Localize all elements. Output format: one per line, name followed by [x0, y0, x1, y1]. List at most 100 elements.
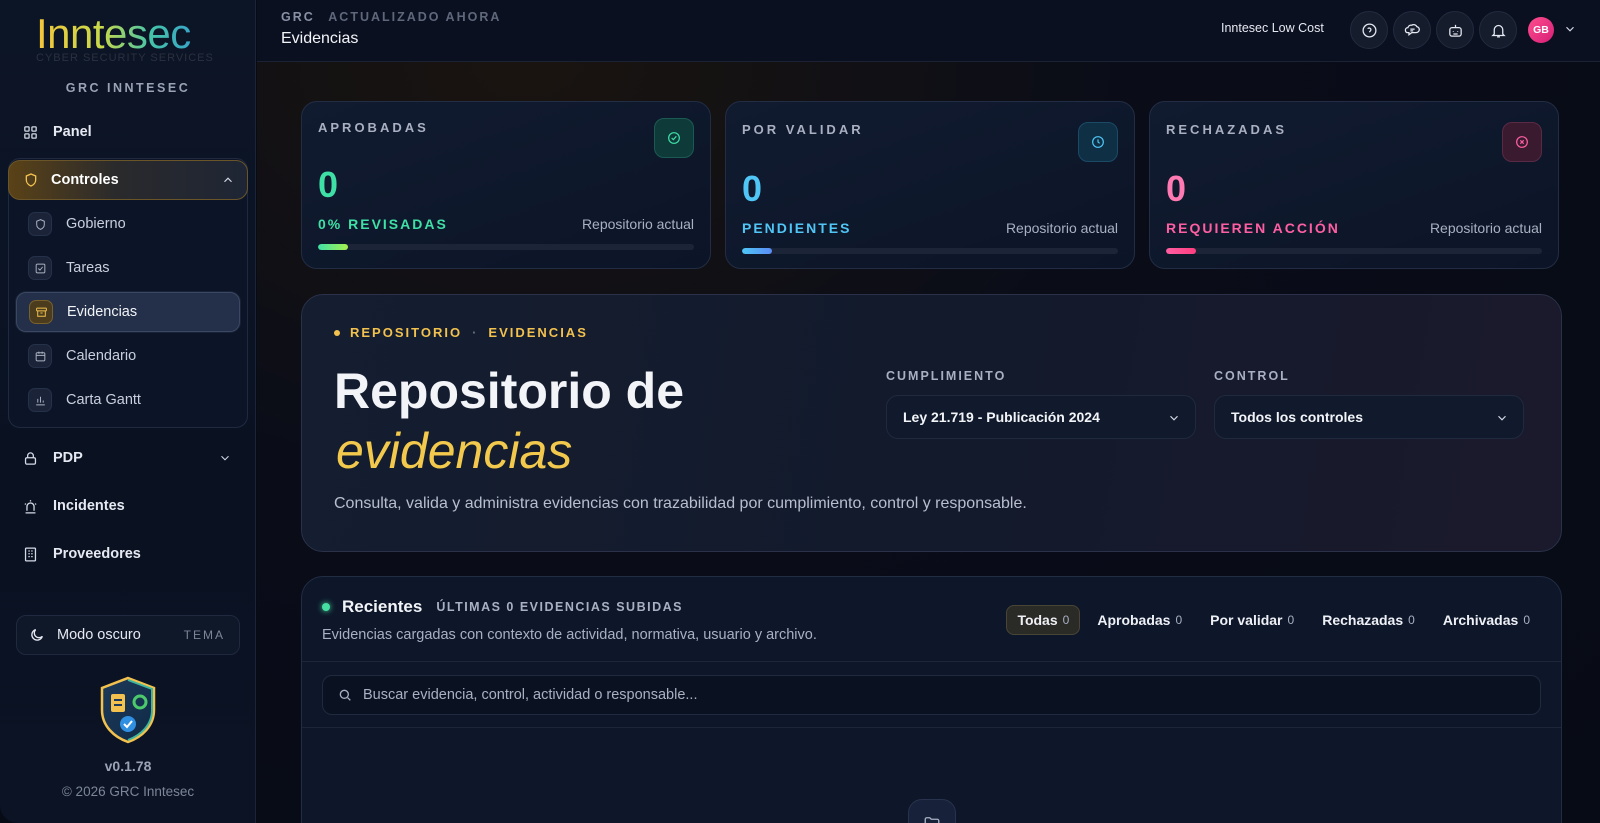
sidebar: Inntesec CYBER SECURITY SERVICES GRC INN…: [0, 0, 256, 823]
help-button[interactable]: [1350, 11, 1388, 49]
sidebar-item-tareas[interactable]: Tareas: [16, 248, 240, 288]
status-dot: [322, 603, 330, 611]
stat-card-por-validar: POR VALIDAR 0 PENDIENTES Repositorio act…: [725, 101, 1135, 269]
tab-label: Por validar: [1210, 612, 1283, 628]
sidebar-item-panel[interactable]: Panel: [14, 112, 244, 152]
progress-bar: [318, 244, 694, 250]
copyright: © 2026 GRC Inntesec: [61, 784, 195, 799]
chevron-down-icon: [1498, 415, 1506, 421]
progress-fill: [1166, 248, 1197, 254]
progress-bar: [742, 248, 1118, 254]
tab-archivadas[interactable]: Archivadas 0: [1432, 605, 1541, 635]
help-icon: [1361, 22, 1377, 38]
calendar-icon: [28, 344, 52, 368]
checkbox-icon: [28, 256, 52, 280]
sidebar-item-evidencias[interactable]: Evidencias: [16, 292, 240, 332]
stat-repo: Repositorio actual: [581, 216, 694, 232]
hero-tag-1: REPOSITORIO: [350, 325, 463, 340]
control-select[interactable]: Todos los controles: [1214, 395, 1524, 439]
bell-icon: [1490, 24, 1506, 38]
tab-todas[interactable]: Todas 0: [1006, 605, 1081, 635]
chevron-up-icon: [224, 177, 232, 183]
search-input[interactable]: [363, 687, 1263, 703]
theme-toggle[interactable]: Modo oscuro TEMA: [16, 615, 240, 655]
tab-aprobadas[interactable]: Aprobadas 0: [1086, 605, 1193, 635]
bot-button[interactable]: [1436, 11, 1474, 49]
sidebar-item-incidentes[interactable]: Incidentes: [14, 486, 244, 526]
clock-icon: [1078, 122, 1118, 162]
tag-dot: [334, 329, 340, 336]
tab-count: 0: [1408, 613, 1415, 627]
cumplimiento-select[interactable]: Ley 21.719 - Publicación 2024: [886, 395, 1196, 439]
breadcrumb-app: GRC: [281, 10, 315, 24]
search-icon: [339, 689, 351, 701]
stat-value: 0: [318, 164, 339, 205]
page-title: Evidencias: [281, 30, 359, 47]
recent-title: Recientes: [342, 597, 423, 616]
building-icon: [24, 546, 37, 562]
siren-icon: [24, 499, 37, 514]
stat-sub: REQUIEREN ACCIÓN: [1166, 220, 1340, 236]
stat-repo: Repositorio actual: [1005, 220, 1118, 236]
sidebar-item-proveedores[interactable]: Proveedores: [14, 534, 244, 574]
search-box[interactable]: [322, 675, 1541, 715]
sidebar-item-label: Calendario: [66, 348, 137, 364]
progress-fill: [318, 244, 349, 250]
stat-value: 0: [742, 168, 763, 209]
shield-icon: [25, 173, 37, 187]
theme-label: Modo oscuro: [57, 627, 141, 643]
tab-count: 0: [1062, 613, 1070, 627]
chevron-down-icon: [1170, 415, 1178, 421]
sidebar-item-calendario[interactable]: Calendario: [16, 336, 240, 376]
recent-subtitle: ÚLTIMAS 0 EVIDENCIAS SUBIDAS: [436, 600, 683, 614]
lock-icon: [24, 451, 37, 465]
ai-chat-button[interactable]: [1393, 11, 1431, 49]
sidebar-group-controles[interactable]: Controles: [8, 160, 248, 200]
sidebar-item-label: Tareas: [66, 260, 110, 276]
repository-hero: REPOSITORIO · EVIDENCIAS Repositorio de …: [301, 294, 1562, 552]
recent-description: Evidencias cargadas con contexto de acti…: [322, 627, 817, 643]
robot-icon: [1448, 24, 1462, 37]
tab-label: Aprobadas: [1097, 612, 1171, 628]
sidebar-item-carta-gantt[interactable]: Carta Gantt: [16, 380, 240, 420]
stat-label: POR VALIDAR: [742, 122, 864, 137]
hero-tag-2: EVIDENCIAS: [488, 325, 588, 340]
sidebar-item-label: Panel: [53, 124, 92, 140]
logo[interactable]: Inntesec CYBER SECURITY SERVICES: [36, 10, 226, 64]
sidebar-item-label: Proveedores: [53, 546, 141, 562]
sidebar-item-label: Gobierno: [66, 216, 126, 232]
stat-sub: PENDIENTES: [742, 220, 852, 236]
tab-label: Todas: [1017, 612, 1058, 628]
shield-logo-icon: [100, 676, 156, 744]
sidebar-group-label: Controles: [51, 172, 119, 188]
user-avatar[interactable]: GB: [1528, 17, 1554, 43]
tab-count: 0: [1523, 613, 1530, 627]
stat-value: 0: [1166, 168, 1187, 209]
tab-count: 0: [1287, 613, 1295, 627]
brain-chat-icon: [1404, 23, 1420, 36]
stat-card-aprobadas: APROBADAS 0 0% REVISADAS Repositorio act…: [301, 101, 711, 269]
x-circle-icon: [1502, 122, 1542, 162]
notifications-button[interactable]: [1479, 11, 1517, 49]
progress-fill: [742, 248, 773, 254]
divider: [302, 727, 1561, 728]
topbar: GRC ACTUALIZADO AHORA Evidencias Inntese…: [257, 0, 1600, 62]
filter-label-cumplimiento: CUMPLIMIENTO: [886, 369, 1007, 383]
organization-name[interactable]: Inntesec Low Cost: [1221, 21, 1324, 35]
tag-separator: ·: [472, 325, 479, 340]
divider: [302, 661, 1561, 662]
tab-count: 0: [1175, 613, 1183, 627]
shield-icon: [28, 212, 52, 236]
tab-por-validar[interactable]: Por validar 0: [1199, 605, 1305, 635]
logo-subtitle: CYBER SECURITY SERVICES: [36, 52, 214, 64]
sidebar-item-gobierno[interactable]: Gobierno: [16, 204, 240, 244]
stat-label: RECHAZADAS: [1166, 122, 1287, 137]
sidebar-item-pdp[interactable]: PDP: [14, 438, 244, 478]
recent-evidences: Recientes ÚLTIMAS 0 EVIDENCIAS SUBIDAS E…: [301, 576, 1562, 823]
chevron-down-icon[interactable]: [1563, 22, 1577, 36]
logo-text: Inntesec: [36, 10, 226, 58]
tab-rechazadas[interactable]: Rechazadas 0: [1311, 605, 1426, 635]
hero-title: Repositorio de: [334, 363, 685, 419]
archive-icon: [29, 300, 53, 324]
sidebar-item-label: Carta Gantt: [66, 392, 141, 408]
